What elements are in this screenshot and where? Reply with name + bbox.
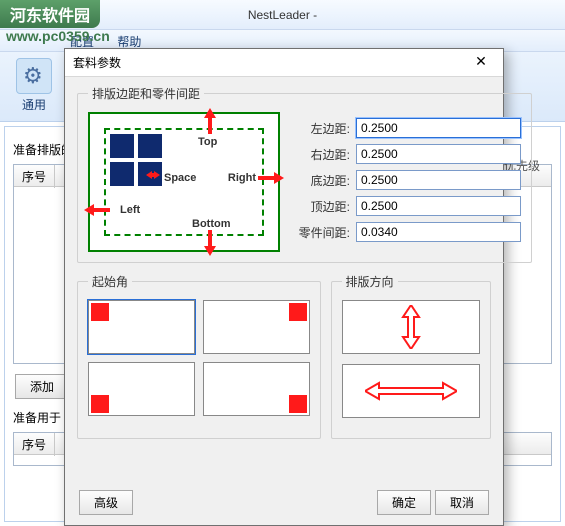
app-titlebar: NestLeader - — [0, 0, 565, 30]
part-space-input[interactable] — [356, 222, 521, 242]
right-margin-input[interactable] — [356, 144, 521, 164]
ok-button[interactable]: 确定 — [377, 490, 431, 515]
arrow-space-icon — [146, 168, 160, 182]
vertical-arrow-icon — [397, 305, 425, 349]
dialog-titlebar[interactable]: 套料参数 ✕ — [65, 49, 503, 77]
bottom-margin-input[interactable] — [356, 170, 521, 190]
arrow-left-icon — [84, 200, 110, 220]
top-margin-input[interactable] — [356, 196, 521, 216]
start-corner-bottom-right[interactable] — [203, 362, 310, 416]
cancel-button[interactable]: 取消 — [435, 490, 489, 515]
nest-params-dialog: 套料参数 ✕ 排版边距和零件间距 Top Right Bottom Left — [64, 48, 504, 526]
bottom-margin-label: 底边距: — [294, 172, 350, 189]
diagram-space-label: Space — [164, 172, 196, 184]
nest-direction-vertical[interactable] — [342, 300, 480, 354]
nest-direction-legend: 排版方向 — [342, 273, 398, 290]
diagram-top-label: Top — [198, 136, 217, 148]
diagram-bottom-label: Bottom — [192, 218, 231, 230]
margin-fields: 左边距: 右边距: 底边距: 顶边距: — [294, 112, 521, 252]
margins-diagram: Top Right Bottom Left Space — [88, 112, 280, 252]
col2-seq[interactable]: 序号 — [14, 433, 55, 456]
arrow-top-icon — [200, 108, 220, 134]
part-square-icon — [110, 162, 134, 186]
advanced-button[interactable]: 高级 — [79, 490, 133, 515]
nest-direction-horizontal[interactable] — [342, 364, 480, 418]
left-margin-input[interactable] — [356, 118, 521, 138]
start-corner-group: 起始角 — [77, 273, 321, 439]
margins-group: 排版边距和零件间距 Top Right Bottom Left Space — [77, 85, 532, 263]
arrow-bottom-icon — [200, 230, 220, 256]
add-button[interactable]: 添加 — [15, 374, 69, 399]
toolbar-general-label: 通用 — [10, 96, 58, 113]
left-margin-label: 左边距: — [294, 120, 350, 137]
nest-direction-group: 排版方向 — [331, 273, 491, 439]
start-corner-bottom-left[interactable] — [88, 362, 195, 416]
part-space-label: 零件间距: — [294, 224, 350, 241]
app-title: NestLeader - — [248, 8, 317, 22]
arrow-right-icon — [258, 168, 284, 188]
close-icon[interactable]: ✕ — [463, 51, 499, 73]
start-corner-legend: 起始角 — [88, 273, 132, 290]
col-seq[interactable]: 序号 — [14, 165, 55, 188]
part-square-icon — [138, 134, 162, 158]
diagram-left-label: Left — [120, 204, 140, 216]
dialog-footer: 高级 确定 取消 — [65, 486, 503, 519]
top-margin-label: 顶边距: — [294, 198, 350, 215]
margins-legend: 排版边距和零件间距 — [88, 85, 204, 102]
start-corner-top-right[interactable] — [203, 300, 310, 354]
right-margin-label: 右边距: — [294, 146, 350, 163]
diagram-right-label: Right — [228, 172, 256, 184]
horizontal-arrow-icon — [365, 379, 457, 403]
toolbar-general-button[interactable]: 通用 — [8, 56, 60, 115]
start-corner-top-left[interactable] — [88, 300, 195, 354]
dialog-title: 套料参数 — [73, 56, 121, 70]
part-square-icon — [110, 134, 134, 158]
gear-icon — [16, 58, 52, 94]
